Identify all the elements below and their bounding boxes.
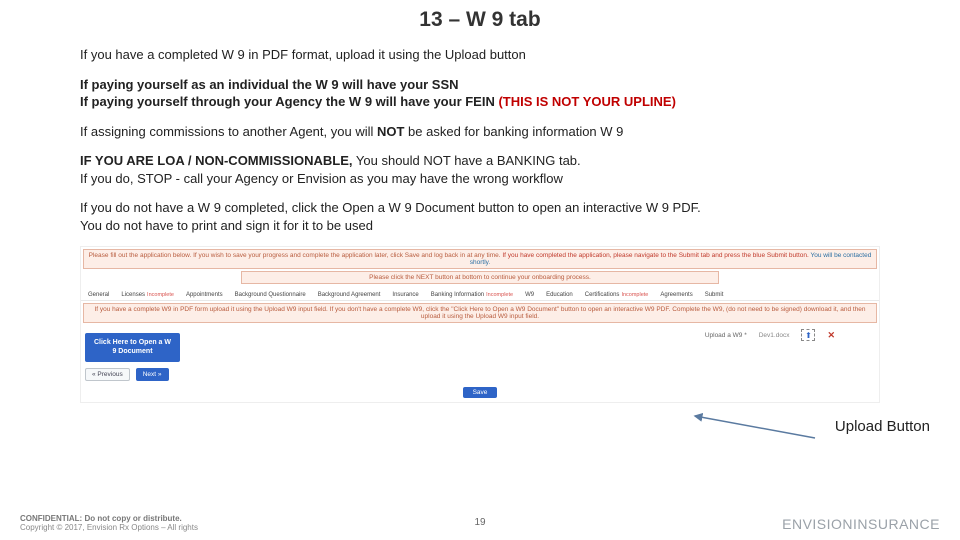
- upload-filename: Dev1.docx: [759, 332, 790, 339]
- incomplete-badge: Incomplete: [147, 292, 174, 298]
- tab-agreements[interactable]: Agreements: [657, 290, 695, 300]
- upload-label: Upload a W9 *: [705, 332, 747, 339]
- banner1-text: Please fill out the application below. I…: [89, 252, 503, 259]
- incomplete-badge: Incomplete: [486, 292, 513, 298]
- upload-button-callout: Upload Button: [835, 418, 930, 435]
- tab-submit[interactable]: Submit: [702, 290, 727, 300]
- loa-text: You should NOT have a BANKING tab.: [353, 153, 581, 168]
- loa-stop: If you do, STOP - call your Agency or En…: [80, 171, 563, 186]
- tab-strip: General LicensesIncomplete Appointments …: [81, 286, 879, 301]
- remove-file-icon[interactable]: ✕: [827, 330, 835, 341]
- tab-banking[interactable]: Banking InformationIncomplete: [428, 290, 516, 300]
- brand-logo: ENVISIONINSURANCE: [782, 516, 940, 532]
- tab-w9[interactable]: W9: [522, 290, 537, 300]
- not-upline-warning: (THIS IS NOT YOUR UPLINE): [498, 94, 675, 109]
- tab-certifications[interactable]: CertificationsIncomplete: [582, 290, 652, 300]
- assign-not: NOT: [377, 124, 404, 139]
- page-number: 19: [474, 517, 485, 528]
- footer: CONFIDENTIAL: Do not copy or distribute.…: [0, 514, 960, 532]
- incomplete-badge: Incomplete: [621, 292, 648, 298]
- loa-heading: IF YOU ARE LOA / NON-COMMISSIONABLE,: [80, 153, 353, 168]
- callout-arrow: [690, 413, 820, 443]
- assign-pre: If assigning commissions to another Agen…: [80, 124, 377, 139]
- instruction-banner-3: If you have a complete W9 in PDF form up…: [83, 303, 877, 323]
- tab-licenses[interactable]: LicensesIncomplete: [118, 290, 177, 300]
- line-ssn: If paying yourself as an individual the …: [80, 77, 459, 92]
- line-fein: If paying yourself through your Agency t…: [80, 94, 498, 109]
- open-w9-line2: You do not have to print and sign it for…: [80, 218, 373, 233]
- tab-education[interactable]: Education: [543, 290, 576, 300]
- tab-insurance[interactable]: Insurance: [389, 290, 421, 300]
- upload-icon[interactable]: ⬆: [801, 329, 815, 341]
- instruction-banner-1: Please fill out the application below. I…: [83, 249, 877, 269]
- tab-general[interactable]: General: [85, 290, 112, 300]
- assign-post: be asked for banking information W 9: [404, 124, 623, 139]
- next-button[interactable]: Next »: [136, 368, 169, 381]
- brand-part1: ENVISION: [782, 516, 853, 532]
- tab-background-q[interactable]: Background Questionnaire: [232, 290, 309, 300]
- embedded-screenshot: Please fill out the application below. I…: [80, 246, 880, 403]
- banner1-red: If you have completed the application, p…: [502, 252, 808, 259]
- paragraph-open-w9: If you do not have a W 9 completed, clic…: [80, 199, 880, 234]
- upload-zone: Upload a W9 * Dev1.docx ⬆ ✕: [705, 329, 835, 341]
- tab-appointments[interactable]: Appointments: [183, 290, 226, 300]
- paragraph-assign: If assigning commissions to another Agen…: [80, 123, 880, 141]
- open-w9-button[interactable]: Click Here to Open a W 9 Document: [85, 333, 180, 362]
- nav-row: « Previous Next »: [81, 366, 879, 385]
- paragraph-ssn-fein: If paying yourself as an individual the …: [80, 76, 880, 111]
- paragraph-loa: IF YOU ARE LOA / NON-COMMISSIONABLE, You…: [80, 152, 880, 187]
- previous-button[interactable]: « Previous: [85, 368, 130, 381]
- save-button[interactable]: Save: [463, 387, 498, 398]
- open-w9-line1: If you do not have a W 9 completed, clic…: [80, 200, 701, 215]
- page-title: 13 – W 9 tab: [80, 8, 880, 32]
- tab-background-a[interactable]: Background Agreement: [315, 290, 384, 300]
- brand-part2: INSURANCE: [853, 516, 940, 532]
- paragraph-upload: If you have a completed W 9 in PDF forma…: [80, 46, 880, 64]
- instruction-banner-2: Please click the NEXT button at bottom t…: [241, 271, 720, 284]
